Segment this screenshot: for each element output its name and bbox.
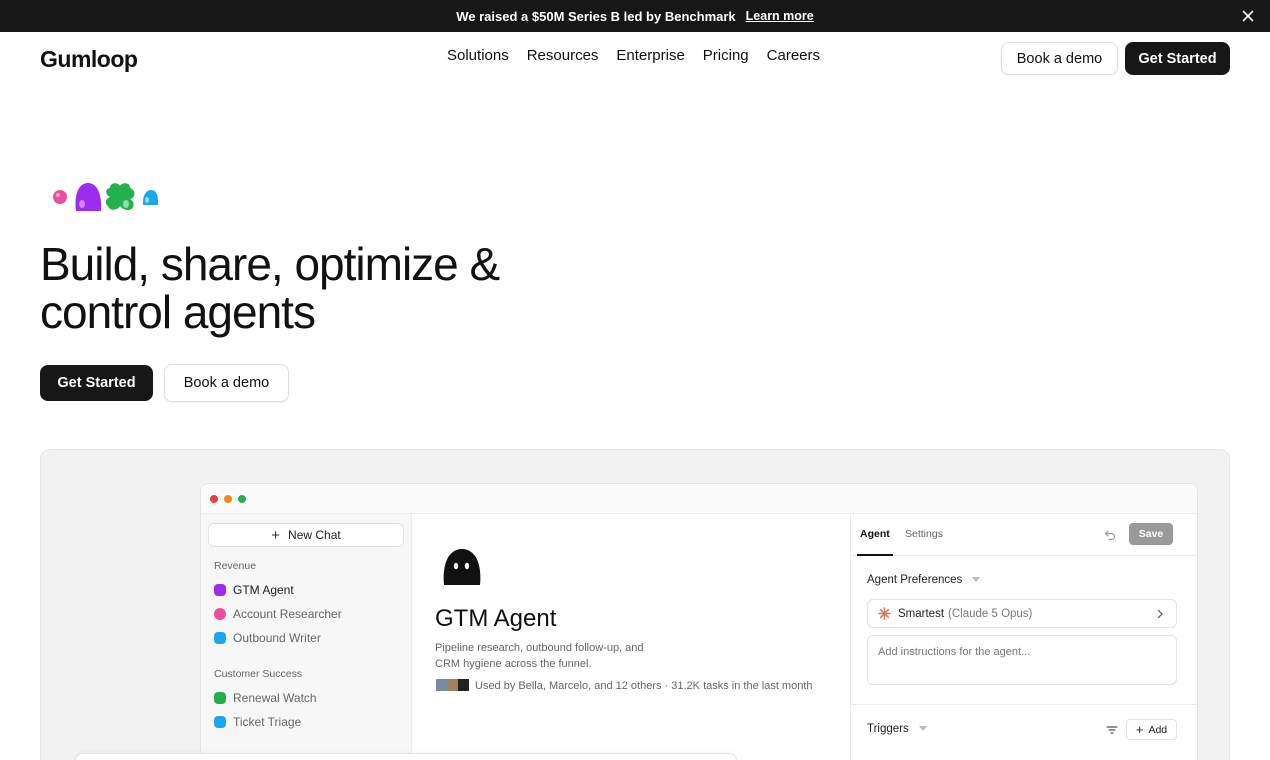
tab-settings[interactable]: Settings: [905, 528, 943, 540]
sidebar-item-label: GTM Agent: [233, 583, 294, 597]
top-nav: Gumloop Solutions Resources Enterprise P…: [0, 32, 1270, 88]
agent-title: GTM Agent: [435, 605, 557, 632]
agent-main: GTM Agent Pipeline research, outbound fo…: [412, 514, 850, 760]
logo[interactable]: Gumloop: [40, 46, 138, 73]
pink-agent-icon: [214, 608, 226, 620]
sidebar-item-ticket-triage[interactable]: Ticket Triage: [214, 715, 301, 729]
blue-agent-icon: [214, 716, 226, 728]
get-started-button[interactable]: Get Started: [1125, 42, 1230, 75]
add-trigger-button[interactable]: + Add: [1126, 719, 1177, 740]
app-window: + New Chat Revenue GTM Agent Account Res…: [200, 483, 1198, 760]
sidebar-item-label: Account Researcher: [233, 607, 342, 621]
nav-pricing[interactable]: Pricing: [703, 47, 749, 64]
sidebar-item-renewal-watch[interactable]: Renewal Watch: [214, 691, 317, 705]
user-avatars-icon: [436, 679, 469, 691]
green-agent-icon: [214, 692, 226, 704]
hero-get-started-button[interactable]: Get Started: [40, 365, 153, 401]
plus-icon: +: [1135, 722, 1144, 737]
ghost-agent-icon: [443, 549, 481, 585]
agent-preferences-label[interactable]: Agent Preferences: [867, 574, 981, 586]
model-select[interactable]: Smartest (Claude 5 Opus): [867, 599, 1177, 628]
plus-icon: +: [271, 526, 281, 544]
sidebar-item-label: Renewal Watch: [233, 691, 317, 705]
app-sidebar: + New Chat Revenue GTM Agent Account Res…: [201, 514, 412, 760]
purple-agent-icon: [214, 584, 226, 596]
agent-description: Pipeline research, outbound follow-up, a…: [435, 642, 644, 670]
hero-title: Build, share, optimize & control agents: [40, 238, 500, 338]
chevron-right-icon: [1157, 609, 1163, 619]
agent-preferences-text: Agent Preferences: [867, 574, 963, 586]
agent-usage-text: Used by Bella, Marcelo, and 12 others · …: [475, 680, 813, 692]
new-chat-label: New Chat: [288, 528, 341, 542]
nav-enterprise[interactable]: Enterprise: [616, 47, 684, 64]
book-demo-button[interactable]: Book a demo: [1001, 42, 1118, 75]
active-tab-indicator: [857, 554, 893, 556]
close-dot-icon: [210, 495, 218, 503]
announcement-text: We raised a $50M Series B led by Benchma…: [456, 8, 736, 24]
chevron-down-icon: [972, 577, 981, 582]
sidebar-item-label: Ticket Triage: [233, 715, 302, 729]
panel-divider: [851, 704, 1197, 705]
save-button[interactable]: Save: [1129, 523, 1173, 545]
claude-sparkle-icon: [878, 607, 891, 620]
filter-icon[interactable]: [1106, 724, 1118, 736]
mascots-icon: [53, 183, 158, 211]
sidebar-item-label: Outbound Writer: [233, 631, 321, 645]
nav-links: Solutions Resources Enterprise Pricing C…: [447, 47, 838, 64]
minimize-dot-icon: [224, 495, 232, 503]
nav-solutions[interactable]: Solutions: [447, 47, 509, 64]
product-showcase: + New Chat Revenue GTM Agent Account Res…: [40, 449, 1230, 760]
hero-book-demo-button[interactable]: Book a demo: [164, 364, 289, 402]
model-name: Smartest: [898, 607, 945, 620]
panel-tabs: Agent Settings Save: [851, 514, 1197, 556]
sidebar-item-gtm-agent[interactable]: GTM Agent: [214, 583, 294, 597]
close-icon[interactable]: [1240, 8, 1256, 24]
agent-usage: Used by Bella, Marcelo, and 12 others · …: [436, 678, 816, 694]
sidebar-item-outbound-writer[interactable]: Outbound Writer: [214, 631, 321, 645]
floating-chat-card: [75, 753, 737, 760]
agent-instructions-input[interactable]: Add instructions for the agent...: [867, 635, 1177, 685]
add-label: Add: [1148, 723, 1168, 736]
learn-more-link[interactable]: Learn more: [746, 9, 814, 23]
blue-agent-icon: [214, 632, 226, 644]
agent-settings-panel: Agent Settings Save Agent Preferences Sm…: [850, 514, 1197, 760]
chevron-down-icon: [918, 726, 927, 731]
sidebar-group-revenue: Revenue: [214, 560, 257, 572]
triggers-text: Triggers: [867, 723, 909, 735]
tab-agent[interactable]: Agent: [860, 528, 890, 540]
nav-resources[interactable]: Resources: [527, 47, 599, 64]
sidebar-item-account-researcher[interactable]: Account Researcher: [214, 607, 342, 621]
new-chat-button[interactable]: + New Chat: [208, 523, 404, 547]
maximize-dot-icon: [238, 495, 246, 503]
sidebar-group-customer-success: Customer Success: [214, 668, 303, 680]
announcement-bar: We raised a $50M Series B led by Benchma…: [0, 0, 1270, 32]
triggers-label[interactable]: Triggers: [867, 723, 927, 735]
nav-careers[interactable]: Careers: [767, 47, 820, 64]
model-detail: (Claude 5 Opus): [948, 607, 1033, 620]
undo-icon[interactable]: [1104, 529, 1116, 541]
window-titlebar: [201, 484, 1197, 514]
